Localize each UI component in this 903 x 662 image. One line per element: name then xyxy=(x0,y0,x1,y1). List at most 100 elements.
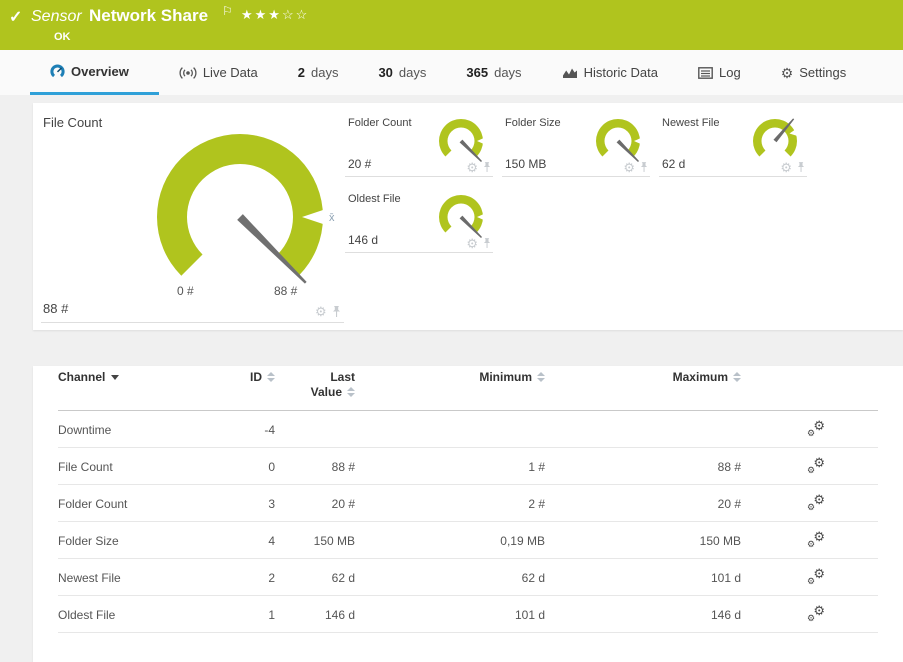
cell-channel: Oldest File xyxy=(58,596,223,633)
cell-min xyxy=(355,411,545,448)
gauge-scale-max: 88 # xyxy=(274,284,297,298)
gauge-pin-icon[interactable] xyxy=(483,238,491,249)
mini-gauge-value: 150 MB xyxy=(505,157,546,171)
cell-last xyxy=(275,411,355,448)
tab-historic-data[interactable]: Historic Data xyxy=(542,50,678,95)
gauge-pin-icon[interactable] xyxy=(797,162,805,173)
tab-30-days-word: days xyxy=(399,65,426,80)
cell-id: 0 xyxy=(223,448,275,485)
channel-settings-icon[interactable]: ⚙⚙ xyxy=(807,568,825,584)
channel-settings-icon[interactable]: ⚙⚙ xyxy=(807,457,825,473)
table-header-row: Channel ID Last Value Minimum Maximum xyxy=(58,366,878,411)
mini-gauge-actions: ⚙ xyxy=(466,237,491,250)
table-row-oldest-file: Oldest File 1 146 d 101 d 146 d ⚙⚙ xyxy=(58,596,878,633)
cell-max: 146 d xyxy=(545,596,741,633)
cell-id: -4 xyxy=(223,411,275,448)
gauge-settings-gear-icon[interactable]: ⚙ xyxy=(466,237,478,250)
tab-overview[interactable]: Overview xyxy=(30,50,159,95)
sensor-header: ✓ Sensor Network Share ⚐ ★★★☆☆ OK xyxy=(0,0,903,50)
cell-last: 20 # xyxy=(275,485,355,522)
tab-365-days-word: days xyxy=(494,65,521,80)
gauge-settings-gear-icon[interactable]: ⚙ xyxy=(315,305,327,318)
cell-channel: File Count xyxy=(58,448,223,485)
cell-channel: Downtime xyxy=(58,411,223,448)
tab-settings[interactable]: ⚙ Settings xyxy=(761,50,867,95)
header-minimum[interactable]: Minimum xyxy=(355,366,545,411)
tab-30-days[interactable]: 30 days xyxy=(358,50,446,95)
gauge-settings-gear-icon[interactable]: ⚙ xyxy=(466,161,478,174)
gauge-pin-icon[interactable] xyxy=(640,162,648,173)
header-last-value[interactable]: Last Value xyxy=(275,366,355,411)
mini-gauge-title: Folder Size xyxy=(505,117,561,129)
primary-gauge-value: 88 # xyxy=(43,301,68,316)
tab-365-days[interactable]: 365 days xyxy=(446,50,541,95)
cell-id: 3 xyxy=(223,485,275,522)
priority-stars[interactable]: ★★★☆☆ xyxy=(241,7,309,23)
tab-historic-data-label: Historic Data xyxy=(584,65,658,80)
cell-id: 2 xyxy=(223,559,275,596)
status-badge: OK xyxy=(54,31,71,43)
tab-log[interactable]: Log xyxy=(678,50,761,95)
cell-channel: Folder Count xyxy=(58,485,223,522)
cell-last: 146 d xyxy=(275,596,355,633)
tab-2-days-number: 2 xyxy=(298,65,305,80)
tab-2-days[interactable]: 2 days xyxy=(278,50,359,95)
mini-gauge-newest-file[interactable]: Newest File 62 d ⚙ xyxy=(659,113,807,177)
cell-max xyxy=(545,411,741,448)
tab-overview-label: Overview xyxy=(71,64,129,79)
cell-id: 1 xyxy=(223,596,275,633)
channel-settings-icon[interactable]: ⚙⚙ xyxy=(807,494,825,510)
tab-365-days-number: 365 xyxy=(466,65,488,80)
channel-settings-icon[interactable]: ⚙⚙ xyxy=(807,605,825,621)
cell-channel: Newest File xyxy=(58,559,223,596)
cell-last: 88 # xyxy=(275,448,355,485)
mini-gauge-folder-size[interactable]: Folder Size 150 MB ⚙ xyxy=(502,113,650,177)
sort-arrows-icon xyxy=(267,372,275,382)
cell-max: 150 MB xyxy=(545,522,741,559)
gauge-settings-gear-icon[interactable]: ⚙ xyxy=(780,161,792,174)
live-data-icon xyxy=(179,66,197,80)
cell-max: 88 # xyxy=(545,448,741,485)
folder-count-gauge xyxy=(433,115,489,167)
mini-gauge-value: 20 # xyxy=(348,157,371,171)
status-ok-check-icon: ✓ xyxy=(9,7,22,27)
gauge-pin-icon[interactable] xyxy=(483,162,491,173)
cell-min: 1 # xyxy=(355,448,545,485)
header-id[interactable]: ID xyxy=(223,366,275,411)
gauge-icon xyxy=(50,64,65,79)
table-row-file-count: File Count 0 88 # 1 # 88 # ⚙⚙ xyxy=(58,448,878,485)
file-count-gauge[interactable]: x̄ xyxy=(140,117,340,317)
mini-gauge-oldest-file[interactable]: Oldest File 146 d ⚙ xyxy=(345,189,493,253)
cell-id: 4 xyxy=(223,522,275,559)
mini-gauge-folder-count[interactable]: Folder Count 20 # ⚙ xyxy=(345,113,493,177)
mean-marker-label: x̄ xyxy=(329,212,335,224)
sort-arrows-icon xyxy=(733,372,741,382)
tab-live-data[interactable]: Live Data xyxy=(159,50,278,95)
gauge-pin-icon[interactable] xyxy=(332,306,341,318)
priority-flag-icon[interactable]: ⚐ xyxy=(222,4,233,18)
sensor-title: Network Share xyxy=(89,6,208,26)
channels-panel: Channel ID Last Value Minimum Maximum xyxy=(33,366,903,662)
table-row-downtime: Downtime -4 ⚙⚙ xyxy=(58,411,878,448)
sort-arrows-icon xyxy=(537,372,545,382)
gauge-settings-gear-icon[interactable]: ⚙ xyxy=(623,161,635,174)
mini-gauge-title: Newest File xyxy=(662,117,719,129)
channel-settings-icon[interactable]: ⚙⚙ xyxy=(807,420,825,436)
header-maximum[interactable]: Maximum xyxy=(545,366,741,411)
gauges-panel: File Count x̄ 0 # 88 # 88 # ⚙ Folder Cou… xyxy=(33,103,903,330)
channel-settings-icon[interactable]: ⚙⚙ xyxy=(807,531,825,547)
gauge-scale-min: 0 # xyxy=(177,284,194,298)
cell-max: 101 d xyxy=(545,559,741,596)
tab-settings-label: Settings xyxy=(799,65,846,80)
tab-log-label: Log xyxy=(719,65,741,80)
primary-gauge-actions: ⚙ xyxy=(315,305,341,318)
header-channel[interactable]: Channel xyxy=(58,366,223,411)
oldest-file-gauge xyxy=(433,191,489,243)
object-kind-label: Sensor xyxy=(31,8,82,26)
mini-gauges: Folder Count 20 # ⚙ Folder Size xyxy=(345,113,825,265)
cell-min: 2 # xyxy=(355,485,545,522)
mini-gauge-actions: ⚙ xyxy=(780,161,805,174)
cell-max: 20 # xyxy=(545,485,741,522)
cell-last: 62 d xyxy=(275,559,355,596)
historic-chart-icon xyxy=(562,66,578,80)
